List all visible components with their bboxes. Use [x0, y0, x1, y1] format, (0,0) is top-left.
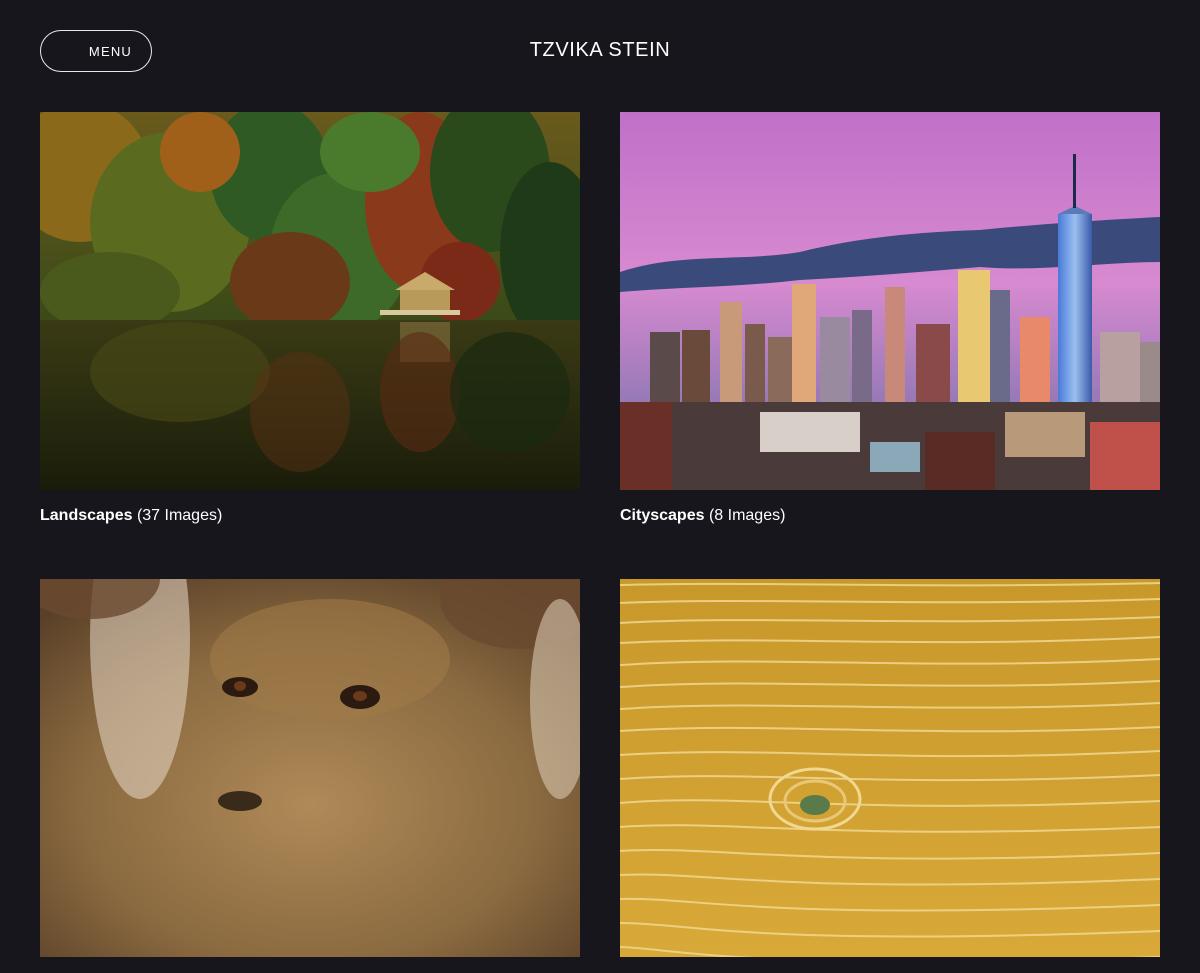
- gallery-card-landscapes[interactable]: Landscapes (37 Images): [40, 112, 580, 526]
- gallery-card-wildlife[interactable]: [40, 579, 580, 973]
- cityscapes-thumbnail[interactable]: [620, 112, 1160, 490]
- image-count: (8 Images): [708, 507, 786, 524]
- aerial-field-thumbnail[interactable]: [620, 579, 1160, 957]
- gallery-card-aerial[interactable]: [620, 579, 1160, 973]
- cityscapes-caption[interactable]: Cityscapes (8 Images): [620, 506, 1160, 526]
- category-name: Landscapes: [40, 507, 133, 524]
- category-name: Cityscapes: [620, 507, 705, 524]
- image-count: (37 Images): [136, 507, 223, 524]
- gallery-card-cityscapes[interactable]: Cityscapes (8 Images): [620, 112, 1160, 526]
- bear-thumbnail[interactable]: [40, 579, 580, 957]
- site-header: MENU TZVIKA STEIN: [0, 0, 1200, 100]
- landscapes-thumbnail[interactable]: [40, 112, 580, 490]
- landscapes-caption[interactable]: Landscapes (37 Images): [40, 506, 580, 526]
- site-title[interactable]: TZVIKA STEIN: [0, 39, 1200, 62]
